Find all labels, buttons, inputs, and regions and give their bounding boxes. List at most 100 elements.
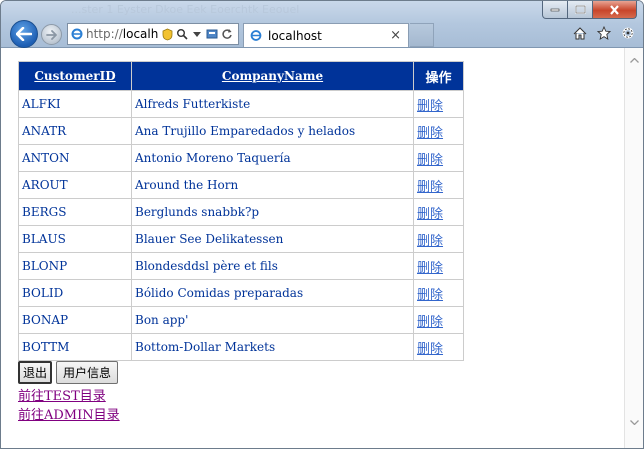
compatibility-shield-icon[interactable] — [161, 27, 173, 41]
cell-company-name: Around the Horn — [131, 171, 414, 199]
user-info-button[interactable]: 用户信息 — [56, 361, 119, 384]
new-tab-button[interactable] — [410, 23, 434, 47]
table-row: AROUT Around the Horn 删除 — [18, 171, 464, 199]
search-icon[interactable] — [176, 27, 188, 41]
tab-localhost[interactable]: localhost × — [243, 23, 409, 47]
window-title: ...ster 1 Eyster Dkoe Eek Eoerchtk Eeoue… — [71, 3, 300, 16]
table-row: ANATR Ana Trujillo Emparedados y helados 删… — [18, 117, 464, 145]
address-prefix: http:// — [86, 27, 123, 41]
title-bar: ...ster 1 Eyster Dkoe Eek Eoerchtk Eeoue… — [1, 1, 643, 48]
forward-button[interactable] — [41, 24, 62, 45]
delete-link[interactable]: 删除 — [417, 315, 443, 330]
cell-action: 删除 — [413, 279, 464, 307]
close-icon — [610, 4, 619, 15]
close-button[interactable] — [593, 1, 637, 19]
page-content: CustomerID CompanyName 操作 ALFKI Alfreds F… — [1, 48, 624, 448]
favorites-star-icon[interactable] — [597, 26, 611, 40]
cell-customer-id: BOLID — [18, 279, 132, 307]
cell-company-name: Ana Trujillo Emparedados y helados — [131, 117, 414, 145]
cell-action: 删除 — [413, 144, 464, 172]
cell-customer-id: BERGS — [18, 198, 132, 226]
cell-action: 删除 — [413, 117, 464, 145]
cell-company-name: Antonio Moreno Taquería — [131, 144, 414, 172]
cell-company-name: Bon app' — [131, 306, 414, 334]
cell-action: 删除 — [413, 171, 464, 199]
cell-company-name: Bottom-Dollar Markets — [131, 333, 414, 361]
table-row: BLONP Blondesddsl père et fils 删除 — [18, 252, 464, 280]
delete-link[interactable]: 删除 — [417, 126, 443, 141]
cell-customer-id: BOTTM — [18, 333, 132, 361]
header-customer-id[interactable]: CustomerID — [18, 61, 132, 91]
minimize-icon — [550, 8, 560, 11]
restore-icon — [574, 5, 586, 14]
header-action: 操作 — [413, 61, 464, 91]
table-row: BOTTM Bottom-Dollar Markets 删除 — [18, 333, 464, 361]
arrow-left-icon — [16, 27, 32, 41]
refresh-icon[interactable] — [221, 27, 233, 41]
gear-icon[interactable] — [621, 26, 635, 40]
address-text: http://localhost — [86, 27, 158, 41]
minimize-button[interactable] — [542, 1, 568, 19]
delete-link[interactable]: 删除 — [417, 234, 443, 249]
delete-link[interactable]: 删除 — [417, 99, 443, 114]
table-row: BOLID Bólido Comidas preparadas 删除 — [18, 279, 464, 307]
cell-customer-id: ALFKI — [18, 90, 132, 118]
link-admin-directory[interactable]: 前往ADMIN目录 — [18, 406, 120, 425]
logout-button[interactable]: 退出 — [18, 361, 53, 384]
cell-company-name: Bólido Comidas preparadas — [131, 279, 414, 307]
delete-link[interactable]: 删除 — [417, 342, 443, 357]
delete-link[interactable]: 删除 — [417, 153, 443, 168]
cell-customer-id: ANATR — [18, 117, 132, 145]
vertical-scrollbar[interactable] — [624, 48, 643, 448]
arrow-right-icon — [46, 29, 57, 40]
sort-link-customer-id[interactable]: CustomerID — [34, 69, 115, 83]
delete-link[interactable]: 删除 — [417, 180, 443, 195]
delete-link[interactable]: 删除 — [417, 261, 443, 276]
cell-company-name: Alfreds Futterkiste — [131, 90, 414, 118]
cell-customer-id: ANTON — [18, 144, 132, 172]
nav-links: 前往TEST目录 前往ADMIN目录 — [18, 387, 120, 425]
cell-action: 删除 — [413, 225, 464, 253]
home-icon[interactable] — [573, 26, 587, 40]
cell-customer-id: BONAP — [18, 306, 132, 334]
toolbar-icons — [573, 26, 635, 40]
table-row: BONAP Bon app' 删除 — [18, 306, 464, 334]
table-row: BERGS Berglunds snabbk?p 删除 — [18, 198, 464, 226]
customers-table: CustomerID CompanyName 操作 ALFKI Alfreds F… — [18, 61, 464, 361]
cell-action: 删除 — [413, 306, 464, 334]
maximize-button[interactable] — [568, 1, 593, 19]
tab-close-icon[interactable]: × — [390, 28, 401, 43]
table-row: ANTON Antonio Moreno Taquería 删除 — [18, 144, 464, 172]
address-bar[interactable]: http://localhost — [67, 23, 239, 45]
table-row: ALFKI Alfreds Futterkiste 删除 — [18, 90, 464, 118]
cell-customer-id: BLONP — [18, 252, 132, 280]
link-test-directory[interactable]: 前往TEST目录 — [18, 387, 120, 406]
delete-link[interactable]: 删除 — [417, 288, 443, 303]
cell-company-name: Berglunds snabbk?p — [131, 198, 414, 226]
cell-action: 删除 — [413, 198, 464, 226]
window-controls — [542, 1, 637, 19]
table-row: BLAUS Blauer See Delikatessen 删除 — [18, 225, 464, 253]
header-company-name[interactable]: CompanyName — [131, 61, 414, 91]
ie-page-icon — [71, 27, 83, 41]
delete-link[interactable]: 删除 — [417, 207, 443, 222]
cell-action: 删除 — [413, 333, 464, 361]
button-row: 退出 用户信息 — [18, 361, 119, 384]
cell-customer-id: BLAUS — [18, 225, 132, 253]
cell-company-name: Blondesddsl père et fils — [131, 252, 414, 280]
tab-title: localhost — [268, 28, 322, 43]
browser-window: ...ster 1 Eyster Dkoe Eek Eoerchtk Eeoue… — [0, 0, 644, 449]
compat-view-icon[interactable] — [206, 27, 218, 41]
ie-page-icon — [250, 29, 262, 43]
address-host: localhost — [122, 27, 158, 41]
cell-customer-id: AROUT — [18, 171, 132, 199]
scroll-down-arrow-icon[interactable] — [629, 418, 640, 426]
dropdown-arrow-icon[interactable] — [191, 27, 203, 41]
cell-action: 删除 — [413, 90, 464, 118]
table-header-row: CustomerID CompanyName 操作 — [18, 61, 464, 91]
scroll-up-arrow-icon[interactable] — [629, 56, 640, 64]
cell-company-name: Blauer See Delikatessen — [131, 225, 414, 253]
back-button[interactable] — [10, 20, 38, 48]
cell-action: 删除 — [413, 252, 464, 280]
sort-link-company-name[interactable]: CompanyName — [222, 69, 323, 83]
